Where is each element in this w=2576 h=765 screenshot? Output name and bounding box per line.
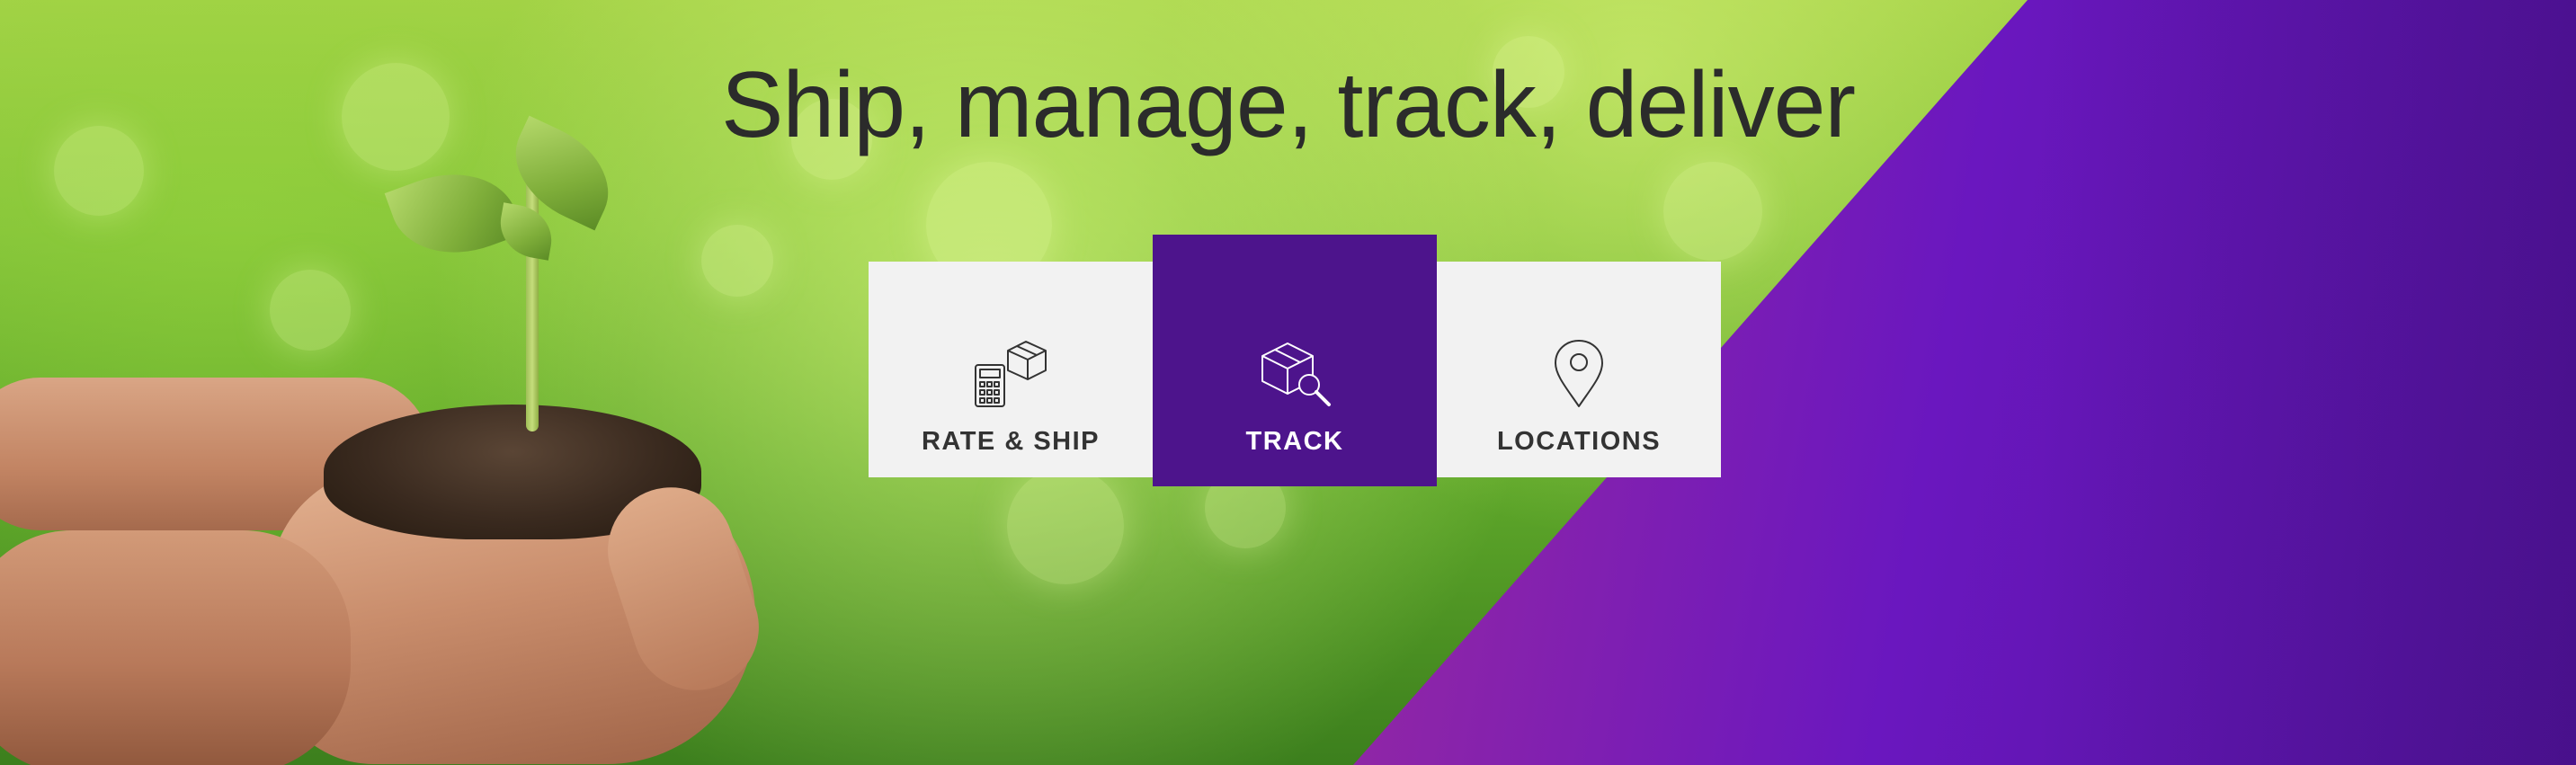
map-pin-icon (1538, 334, 1619, 414)
seedling-leaf (495, 202, 557, 261)
track-label: TRACK (1245, 427, 1344, 456)
plant-in-hands-image (0, 108, 809, 765)
track-tile[interactable]: TRACK (1153, 235, 1437, 486)
quick-action-tiles: RATE & SHIP TRACK LOCATIONS (869, 235, 1723, 486)
calculator-box-icon (970, 334, 1051, 414)
locations-label: LOCATIONS (1496, 427, 1662, 456)
front-arm (0, 530, 351, 765)
locations-tile[interactable]: LOCATIONS (1437, 262, 1721, 477)
rate-and-ship-tile[interactable]: RATE & SHIP (869, 262, 1153, 477)
page-title: Ship, manage, track, deliver (720, 53, 1856, 157)
hero-banner: Ship, manage, track, deliver RATE & SHIP… (0, 0, 2576, 765)
rate-and-ship-label: RATE & SHIP (921, 427, 1101, 456)
box-magnifier-icon (1254, 334, 1335, 414)
